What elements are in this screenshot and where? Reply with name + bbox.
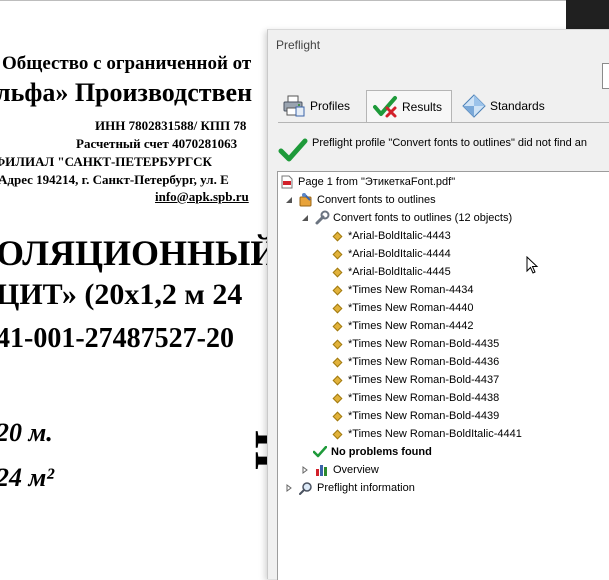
tab-profiles[interactable]: Profiles [278, 90, 364, 122]
green-check-icon [312, 444, 328, 460]
tab-divider [278, 122, 609, 123]
font-item-label: *Times New Roman-4442 [348, 320, 474, 332]
fixup-tools-icon [298, 192, 314, 208]
diamond-standards-icon [461, 93, 487, 119]
tree-font-item[interactable]: *Times New Roman-Bold-4437 [329, 371, 499, 389]
tree-page-label: Page 1 from "ЭтикеткаFont.pdf" [298, 176, 456, 188]
tab-standards-label: Standards [490, 99, 545, 113]
collapsed-triangle-icon[interactable] [283, 482, 295, 494]
font-diamond-icon [329, 282, 345, 298]
panel-options-button[interactable] [602, 63, 609, 89]
doc-length: 20 м. [0, 418, 53, 447]
doc-branch: ФИЛИАЛ "САНКТ-ПЕТЕРБУРГСК [0, 154, 212, 169]
panel-title: Preflight [276, 38, 321, 52]
preflight-panel: Preflight Profiles Results Standards Pre… [267, 29, 609, 580]
printer-profiles-icon [281, 93, 307, 119]
status-message: Preflight profile "Convert fonts to outl… [312, 137, 588, 149]
tree-font-item[interactable]: *Arial-BoldItalic-4443 [329, 227, 451, 245]
tree-row-page[interactable]: Page 1 from "ЭтикеткаFont.pdf" [279, 173, 455, 191]
font-item-label: *Times New Roman-4440 [348, 302, 474, 314]
success-check-icon [278, 137, 308, 168]
tree-font-item[interactable]: *Times New Roman-Bold-4436 [329, 353, 499, 371]
tree-row-no-problems[interactable]: No problems found [312, 443, 432, 461]
preflight-info-label: Preflight information [317, 482, 415, 494]
tree-font-item[interactable]: *Times New Roman-Bold-4435 [329, 335, 499, 353]
tree-font-item[interactable]: *Times New Roman-BoldItalic-4441 [329, 425, 522, 443]
font-item-label: *Arial-BoldItalic-4443 [348, 230, 451, 242]
font-diamond-icon [329, 300, 345, 316]
bar-chart-icon [314, 462, 330, 478]
font-diamond-icon [329, 426, 345, 442]
doc-inn: ИНН 7802831588/ КПП 78 [95, 118, 247, 133]
wrench-icon [314, 210, 330, 226]
font-item-label: *Times New Roman-Bold-4436 [348, 356, 500, 368]
font-diamond-icon [329, 408, 345, 424]
tree-font-item[interactable]: *Times New Roman-Bold-4439 [329, 407, 499, 425]
no-problems-label: No problems found [331, 446, 432, 458]
doc-product-subtitle: ЦИТ» (20х1,2 м 24 [0, 278, 243, 311]
font-diamond-icon [329, 246, 345, 262]
doc-address: Адрес 194214, г. Санкт-Петербург, ул. Е [0, 172, 229, 187]
tree-font-item[interactable]: *Times New Roman-4434 [329, 281, 474, 299]
document-top-edge [0, 0, 566, 1]
dark-window-corner [566, 0, 609, 30]
font-diamond-icon [329, 354, 345, 370]
tree-font-item[interactable]: *Times New Roman-4440 [329, 299, 474, 317]
expanded-triangle-icon[interactable] [299, 212, 311, 224]
tree-fixup-label: Convert fonts to outlines (12 objects) [333, 212, 513, 224]
font-item-label: *Times New Roman-Bold-4435 [348, 338, 500, 350]
doc-product-title: ОЛЯЦИОННЫЙ [0, 233, 279, 273]
doc-company-name: льфа» Производствен [0, 78, 253, 107]
tree-font-item[interactable]: *Times New Roman-Bold-4438 [329, 389, 499, 407]
font-item-label: *Times New Roman-4434 [348, 284, 474, 296]
tree-row-fixup[interactable]: Convert fonts to outlines (12 objects) [299, 209, 512, 227]
tree-row-fixup-group[interactable]: Convert fonts to outlines [283, 191, 436, 209]
font-diamond-icon [329, 264, 345, 280]
status-row: Preflight profile "Convert fonts to outl… [276, 131, 609, 167]
tab-standards[interactable]: Standards [458, 90, 558, 122]
expanded-triangle-icon[interactable] [283, 194, 295, 206]
font-item-label: *Times New Roman-Bold-4438 [348, 392, 500, 404]
font-diamond-icon [329, 228, 345, 244]
doc-standard-number: 41-001-27487527-20 [0, 323, 234, 354]
font-diamond-icon [329, 372, 345, 388]
tree-font-item[interactable]: *Arial-BoldItalic-4445 [329, 263, 451, 281]
font-item-label: *Arial-BoldItalic-4444 [348, 248, 451, 260]
tree-fixup-group-label: Convert fonts to outlines [317, 194, 436, 206]
tab-results-label: Results [402, 99, 443, 114]
tree-font-item[interactable]: *Times New Roman-4442 [329, 317, 474, 335]
overview-label: Overview [333, 464, 379, 476]
font-item-label: *Times New Roman-Bold-4437 [348, 374, 500, 386]
tab-results[interactable]: Results [366, 90, 452, 122]
pdf-page-icon [279, 174, 295, 190]
tree-row-overview[interactable]: Overview [299, 461, 379, 479]
results-tree: Page 1 from "ЭтикеткаFont.pdf" Convert f… [277, 171, 609, 580]
mouse-cursor-icon [526, 255, 539, 280]
font-item-label: *Times New Roman-BoldItalic-4441 [348, 428, 522, 440]
font-item-label: *Times New Roman-Bold-4439 [348, 410, 500, 422]
font-item-label: *Arial-BoldItalic-4445 [348, 266, 451, 278]
font-diamond-icon [329, 336, 345, 352]
magnifier-icon [298, 480, 314, 496]
checkmark-results-icon [373, 94, 399, 120]
font-diamond-icon [329, 390, 345, 406]
tree-font-item[interactable]: *Arial-BoldItalic-4444 [329, 245, 451, 263]
tree-row-preflight-info[interactable]: Preflight information [283, 479, 415, 497]
tab-profiles-label: Profiles [310, 99, 351, 113]
doc-email: info@apk.spb.ru [155, 189, 249, 204]
doc-company-line: Общество с ограниченной от [2, 53, 252, 74]
doc-account: Расчетный счет 4070281063 [76, 136, 238, 151]
collapsed-triangle-icon[interactable] [299, 464, 311, 476]
font-diamond-icon [329, 318, 345, 334]
doc-area: 24 м² [0, 463, 55, 492]
